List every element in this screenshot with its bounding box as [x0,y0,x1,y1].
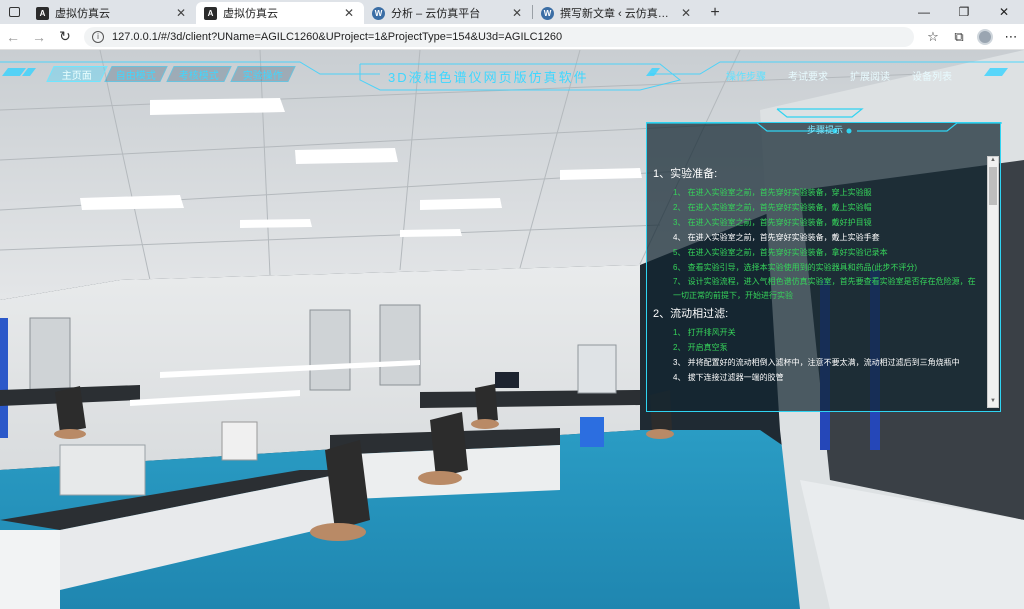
wordpress-icon: W [541,6,554,20]
browser-tab-1[interactable]: A 虚拟仿真云 ✕ [28,2,196,24]
step-item: 1、 打开排风开关 [673,328,736,337]
steps-list: 1、实验准备: 1、 在进入实验室之前，首先穿好实验装备，穿上实验服 2、 在进… [653,163,983,408]
back-button[interactable]: ← [0,24,26,50]
browser-tab-2[interactable]: A 虚拟仿真云 ✕ [196,2,364,24]
url-text: 127.0.0.1/#/3d/client?UName=AGILC1260&UP… [112,30,563,43]
step-item: 3、 并将配置好的流动相倒入滤杯中，注意不要太满，流动相过滤后到三角烧瓶中 [673,358,960,367]
hud-free-mode-label: 自由模式 [116,70,156,82]
tab-label: 分析 – 云仿真平台 [391,8,481,20]
step-item: 6、 查看实验引导，选择本实验使用到的实验器具和药品(此步不评分) [673,263,917,272]
panel-scrollbar[interactable]: ▲ ▼ [987,156,999,408]
hud-free-mode-button[interactable]: 自由模式 [104,66,168,82]
tab-label: 虚拟仿真云 [55,8,110,20]
hud-experiment-ops-button[interactable]: 实验操作 [230,66,296,82]
profile-avatar[interactable] [972,24,998,50]
avatar [977,28,993,45]
minimize-icon[interactable]: — [904,0,944,24]
more-menu-icon[interactable]: ⋯ [998,24,1024,50]
hud-exam-mode-label: 考核模式 [179,70,219,82]
close-window-icon[interactable]: ✕ [984,0,1024,24]
step-item: 3、 在进入实验室之前，首先穿好实验装备，戴好护目镜 [673,218,872,227]
address-bar[interactable]: i 127.0.0.1/#/3d/client?UName=AGILC1260&… [84,26,914,47]
browser-tab-4[interactable]: W 撰写新文章 ‹ 云仿真平台 — Wo ✕ [533,2,701,24]
scrollbar-thumb[interactable] [989,167,997,205]
window-controls: — ❐ ✕ [904,0,1024,24]
step-item: 4、 在进入实验室之前，首先穿好实验装备，戴上实验手套 [673,233,880,242]
step-hint-panel: 步骤提示 1、实验准备: 1、 在进入实验室之前，首先穿好实验装备，穿上实验服 … [646,108,1002,412]
angular-icon: A [36,6,49,20]
browser-tab-3[interactable]: W 分析 – 云仿真平台 ✕ [364,2,532,24]
step-item: 4、 拔下连接过滤器一端的胶管 [673,373,784,382]
restore-icon[interactable]: ❐ [944,0,984,24]
site-info-icon[interactable]: i [92,30,104,43]
hud-exam-mode-button[interactable]: 考核模式 [166,66,232,82]
hud-steps-link[interactable]: 操作步骤 [726,68,766,83]
close-tab-icon[interactable]: ✕ [342,6,356,20]
tab-actions-menu[interactable] [0,0,28,24]
section-title: 2、流动相过滤: [653,308,729,320]
new-tab-button[interactable]: + [701,2,729,24]
browser-toolbar: ← → ↻ i 127.0.0.1/#/3d/client?UName=AGIL… [0,24,1024,50]
step-item: 7、 设计实验流程，进入气相色谱仿真实验室，首先要查看实验室是否存在危险源，在一… [673,277,976,300]
step-item: 2、 开启真空泵 [673,343,728,352]
hud-exam-requirements-link[interactable]: 考试要求 [788,68,828,83]
scroll-up-icon[interactable]: ▲ [988,157,998,166]
favorite-star-icon[interactable]: ☆ [920,24,946,50]
wordpress-icon: W [372,6,385,20]
hud-home-button[interactable]: 主页面 [46,66,108,82]
hud-device-list-link[interactable]: 设备列表 [912,68,952,83]
close-tab-icon[interactable]: ✕ [679,6,693,20]
hud-extended-reading-link[interactable]: 扩展阅读 [850,68,890,83]
section-title: 1、实验准备: [653,168,718,180]
collections-icon[interactable]: ⧉ [946,24,972,50]
angular-icon: A [204,6,217,20]
close-tab-icon[interactable]: ✕ [510,6,524,20]
tab-label: 撰写新文章 ‹ 云仿真平台 — Wo [560,8,679,20]
panel-title: 步骤提示 [807,125,844,135]
window-menu-icon [8,7,20,17]
step-item: 1、 在进入实验室之前，首先穿好实验装备，穿上实验服 [673,188,872,197]
step-item: 2、 在进入实验室之前，首先穿好实验装备，戴上实验帽 [673,203,872,212]
sim-hud-bar: 主页面 自由模式 考核模式 实验操作 3D液相色谱仪网页版仿真软件 操作步骤 考… [0,50,1024,100]
step-item: 5、 在进入实验室之前，首先穿好实验装备，拿好实验记录本 [673,248,888,257]
reload-button[interactable]: ↻ [52,24,78,50]
software-title: 3D液相色谱仪网页版仿真软件 [388,70,589,85]
scroll-down-icon[interactable]: ▼ [988,398,998,407]
hud-home-label: 主页面 [62,70,92,82]
hud-experiment-ops-label: 实验操作 [243,70,283,82]
browser-tab-strip: A 虚拟仿真云 ✕ A 虚拟仿真云 ✕ W 分析 – 云仿真平台 ✕ W 撰写新… [0,0,1024,24]
forward-button[interactable]: → [26,24,52,50]
tab-label: 虚拟仿真云 [223,8,278,20]
close-tab-icon[interactable]: ✕ [174,6,188,20]
